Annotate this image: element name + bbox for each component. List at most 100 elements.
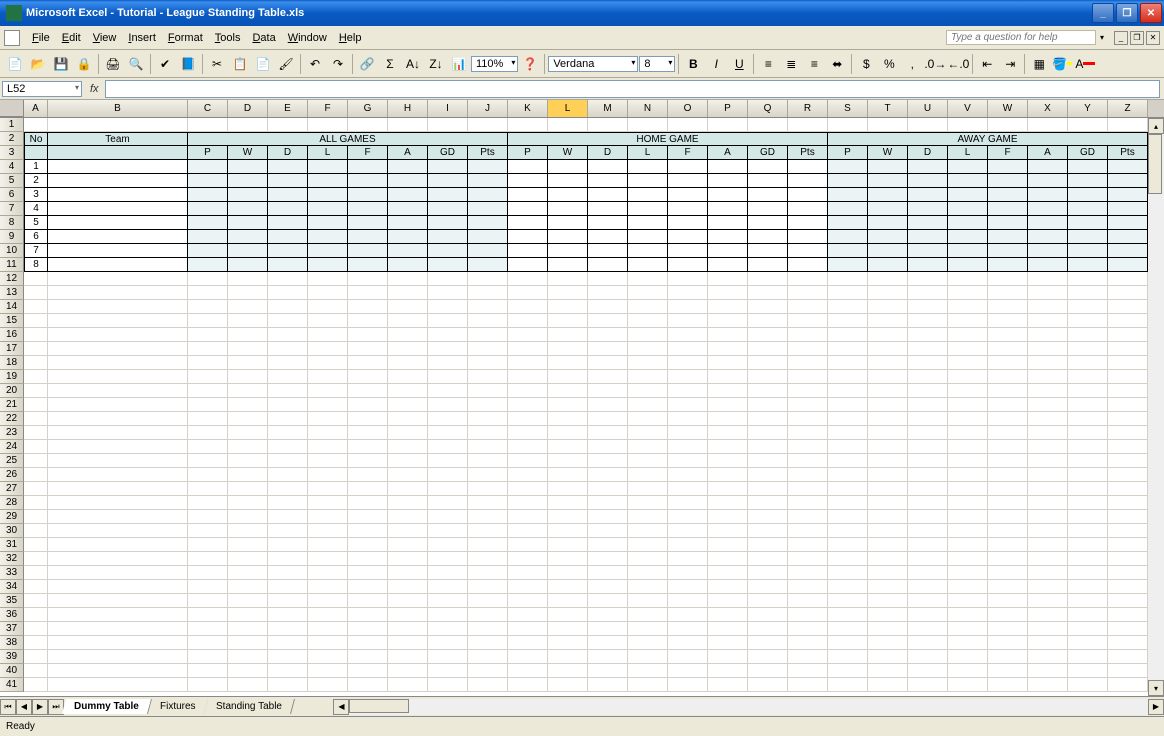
- cell-B14[interactable]: [48, 300, 188, 314]
- cell-X22[interactable]: [1028, 412, 1068, 426]
- new-icon[interactable]: 📄: [4, 53, 26, 75]
- cell-X33[interactable]: [1028, 566, 1068, 580]
- cell-R6[interactable]: [788, 188, 828, 202]
- cell-K41[interactable]: [508, 678, 548, 692]
- cell-R7[interactable]: [788, 202, 828, 216]
- cell-Z30[interactable]: [1108, 524, 1148, 538]
- cell-P27[interactable]: [708, 482, 748, 496]
- cell-W1[interactable]: [988, 118, 1028, 132]
- cell-Y10[interactable]: [1068, 244, 1108, 258]
- cell-K16[interactable]: [508, 328, 548, 342]
- cell-K3[interactable]: P: [508, 146, 548, 160]
- cell-R4[interactable]: [788, 160, 828, 174]
- cell-L34[interactable]: [548, 580, 588, 594]
- cell-N39[interactable]: [628, 650, 668, 664]
- cell-V40[interactable]: [948, 664, 988, 678]
- cell-V23[interactable]: [948, 426, 988, 440]
- cell-W4[interactable]: [988, 160, 1028, 174]
- cell-J15[interactable]: [468, 314, 508, 328]
- cell-E35[interactable]: [268, 594, 308, 608]
- cell-R31[interactable]: [788, 538, 828, 552]
- cell-F15[interactable]: [308, 314, 348, 328]
- paste-icon[interactable]: 📄: [252, 53, 274, 75]
- cell-V29[interactable]: [948, 510, 988, 524]
- cell-Y33[interactable]: [1068, 566, 1108, 580]
- cell-W23[interactable]: [988, 426, 1028, 440]
- cell-B25[interactable]: [48, 454, 188, 468]
- cell-S18[interactable]: [828, 356, 868, 370]
- cell-P34[interactable]: [708, 580, 748, 594]
- cell-U37[interactable]: [908, 622, 948, 636]
- cell-D20[interactable]: [228, 384, 268, 398]
- cell-W15[interactable]: [988, 314, 1028, 328]
- cell-U5[interactable]: [908, 174, 948, 188]
- italic-button[interactable]: I: [705, 53, 727, 75]
- cell-K28[interactable]: [508, 496, 548, 510]
- cell-A25[interactable]: [24, 454, 48, 468]
- cell-D22[interactable]: [228, 412, 268, 426]
- cell-Z35[interactable]: [1108, 594, 1148, 608]
- name-box[interactable]: L52: [2, 81, 82, 97]
- row-header-18[interactable]: 18: [0, 356, 24, 370]
- cell-S13[interactable]: [828, 286, 868, 300]
- cell-K25[interactable]: [508, 454, 548, 468]
- cell-G5[interactable]: [348, 174, 388, 188]
- cell-B3[interactable]: [48, 146, 188, 160]
- cell-E32[interactable]: [268, 552, 308, 566]
- cell-M30[interactable]: [588, 524, 628, 538]
- cell-N33[interactable]: [628, 566, 668, 580]
- cell-O21[interactable]: [668, 398, 708, 412]
- cell-E30[interactable]: [268, 524, 308, 538]
- cell-N16[interactable]: [628, 328, 668, 342]
- cell-A20[interactable]: [24, 384, 48, 398]
- cell-U36[interactable]: [908, 608, 948, 622]
- cell-P21[interactable]: [708, 398, 748, 412]
- col-header-N[interactable]: N: [628, 100, 668, 117]
- cell-Z7[interactable]: [1108, 202, 1148, 216]
- cell-F36[interactable]: [308, 608, 348, 622]
- cell-Z28[interactable]: [1108, 496, 1148, 510]
- cell-T40[interactable]: [868, 664, 908, 678]
- cell-W11[interactable]: [988, 258, 1028, 272]
- cell-B28[interactable]: [48, 496, 188, 510]
- cell-H4[interactable]: [388, 160, 428, 174]
- cell-Z17[interactable]: [1108, 342, 1148, 356]
- cell-G34[interactable]: [348, 580, 388, 594]
- col-header-F[interactable]: F: [308, 100, 348, 117]
- cell-A24[interactable]: [24, 440, 48, 454]
- cell-P6[interactable]: [708, 188, 748, 202]
- cell-U30[interactable]: [908, 524, 948, 538]
- cell-E26[interactable]: [268, 468, 308, 482]
- cell-F33[interactable]: [308, 566, 348, 580]
- cell-T36[interactable]: [868, 608, 908, 622]
- cell-Y21[interactable]: [1068, 398, 1108, 412]
- cell-V6[interactable]: [948, 188, 988, 202]
- cell-W32[interactable]: [988, 552, 1028, 566]
- cell-G9[interactable]: [348, 230, 388, 244]
- cell-R41[interactable]: [788, 678, 828, 692]
- cell-D31[interactable]: [228, 538, 268, 552]
- cell-Q31[interactable]: [748, 538, 788, 552]
- cell-W12[interactable]: [988, 272, 1028, 286]
- cell-D12[interactable]: [228, 272, 268, 286]
- cell-Z12[interactable]: [1108, 272, 1148, 286]
- cell-N6[interactable]: [628, 188, 668, 202]
- chart-icon[interactable]: 📊: [448, 53, 470, 75]
- cell-D14[interactable]: [228, 300, 268, 314]
- cell-A16[interactable]: [24, 328, 48, 342]
- cell-S20[interactable]: [828, 384, 868, 398]
- col-header-U[interactable]: U: [908, 100, 948, 117]
- cell-N7[interactable]: [628, 202, 668, 216]
- cell-N23[interactable]: [628, 426, 668, 440]
- cell-I4[interactable]: [428, 160, 468, 174]
- cell-S7[interactable]: [828, 202, 868, 216]
- cell-R11[interactable]: [788, 258, 828, 272]
- hyperlink-icon[interactable]: 🔗: [356, 53, 378, 75]
- cell-L12[interactable]: [548, 272, 588, 286]
- cell-N41[interactable]: [628, 678, 668, 692]
- cell-R25[interactable]: [788, 454, 828, 468]
- cell-Z14[interactable]: [1108, 300, 1148, 314]
- cell-B7[interactable]: [48, 202, 188, 216]
- cell-N17[interactable]: [628, 342, 668, 356]
- cell-G41[interactable]: [348, 678, 388, 692]
